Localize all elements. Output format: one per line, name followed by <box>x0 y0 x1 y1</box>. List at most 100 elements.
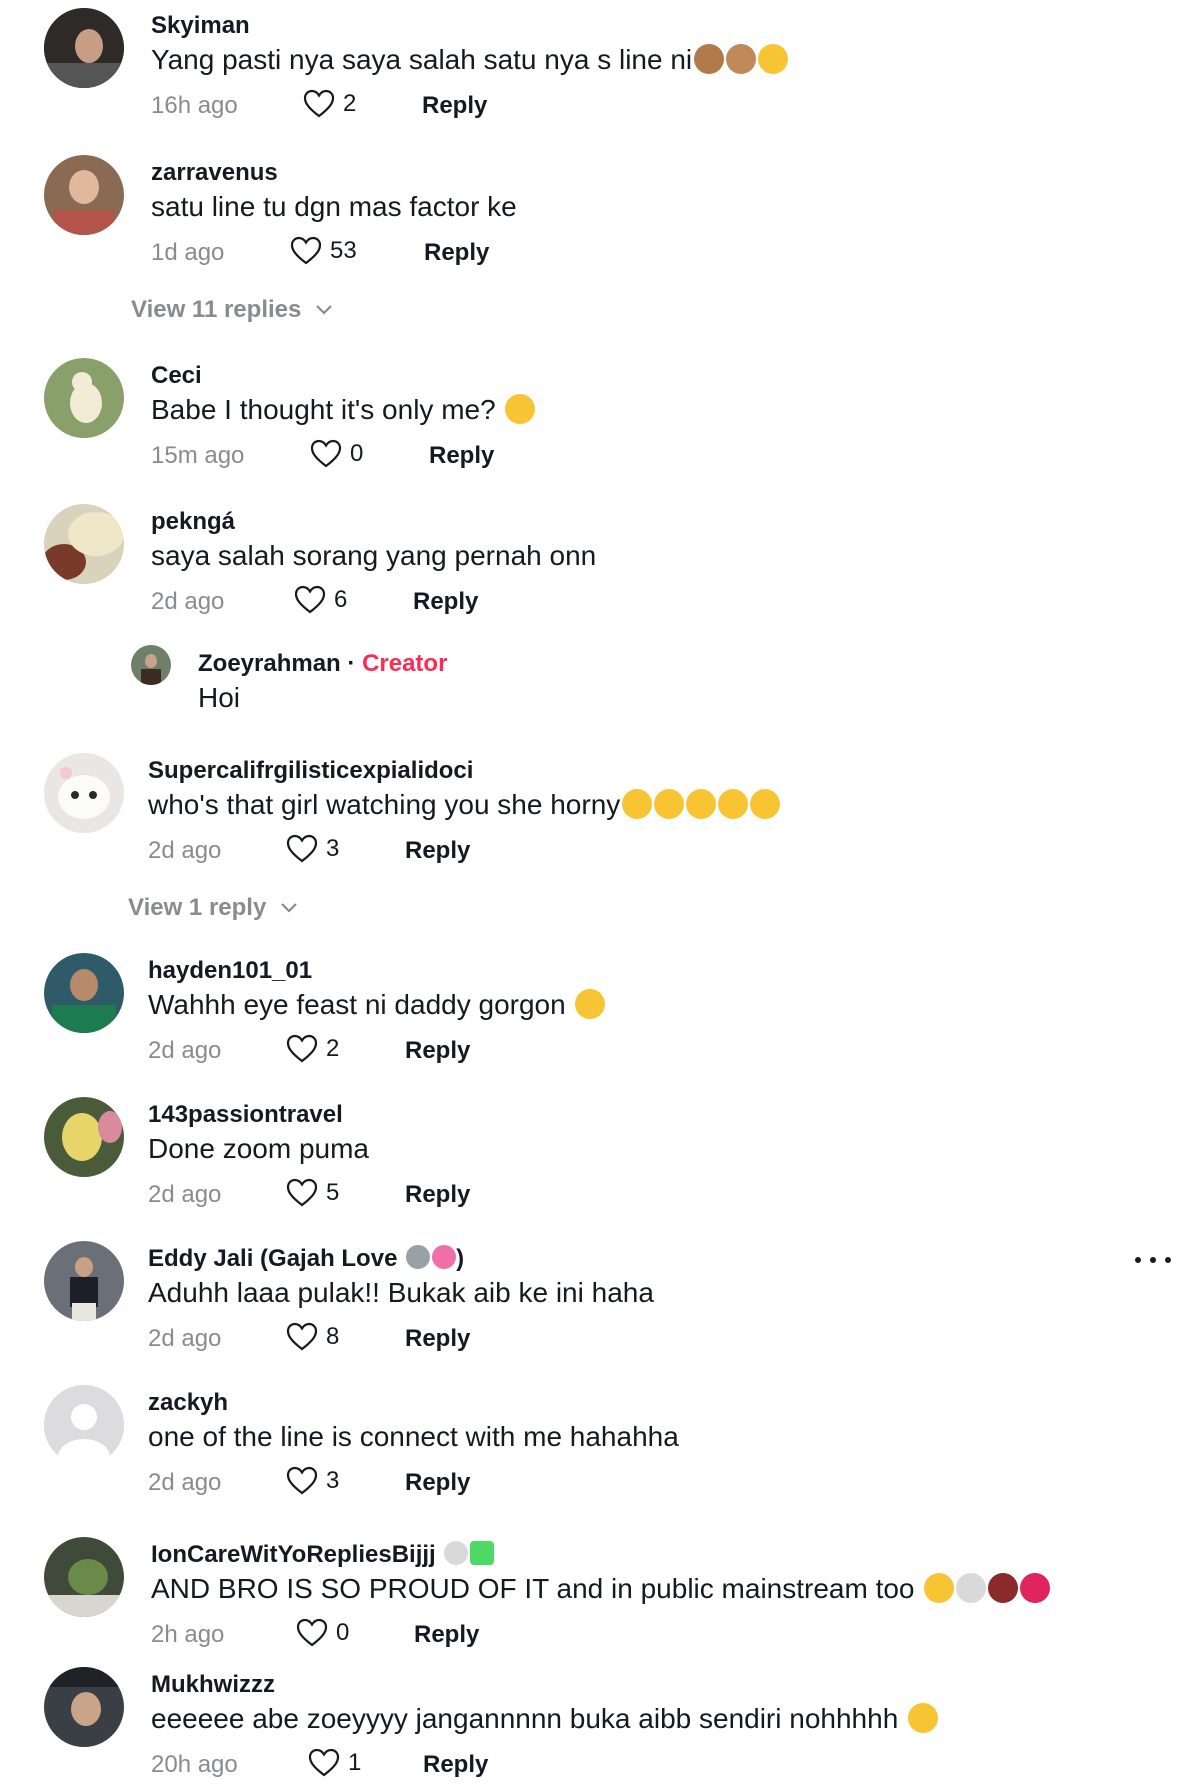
comment-text: Yang pasti nya saya salah satu nya s lin… <box>151 44 789 76</box>
skull-icon <box>956 1573 987 1603</box>
avatar[interactable] <box>44 953 124 1033</box>
like-count: 8 <box>326 1323 340 1350</box>
username[interactable]: Skyiman <box>151 12 250 40</box>
heart-icon <box>310 439 342 468</box>
comment-text: satu line tu dgn mas factor ke <box>151 191 517 222</box>
creator-reply-text: Hoi <box>198 682 241 713</box>
username[interactable]: Supercalifrgilisticexpialidoci <box>148 757 473 785</box>
reply-button[interactable]: Reply <box>422 92 487 120</box>
username[interactable]: IonCareWitYoRepliesBijjj <box>151 1541 495 1569</box>
timestamp: 16h ago <box>151 92 238 119</box>
rofl-icon <box>654 789 685 819</box>
like-button[interactable]: 3 <box>286 1466 339 1496</box>
more-options-icon[interactable] <box>1135 1250 1175 1270</box>
username[interactable]: pekngá <box>151 508 235 536</box>
skull-icon <box>444 1541 469 1565</box>
water-pistol-icon <box>470 1541 495 1565</box>
broken-heart-icon <box>1020 1573 1051 1603</box>
creator-username[interactable]: Zoeyrahman <box>198 650 341 677</box>
username[interactable]: Eddy Jali (Gajah Love ) <box>148 1245 464 1273</box>
joy-icon <box>750 789 781 819</box>
rofl-icon <box>718 789 749 819</box>
username[interactable]: zarravenus <box>151 159 278 187</box>
like-button[interactable]: 53 <box>290 236 357 266</box>
avatar[interactable] <box>44 504 124 584</box>
view-replies-label: View 11 replies <box>131 296 302 323</box>
heart-icon <box>296 1618 328 1647</box>
comment-text: Aduhh laaa pulak!! Bukak aib ke ini haha <box>148 1277 654 1308</box>
reply-button[interactable]: Reply <box>405 837 470 865</box>
heart-icon <box>286 1466 318 1495</box>
reply-button[interactable]: Reply <box>405 1181 470 1209</box>
heart-icon <box>286 1178 318 1207</box>
heart-icon <box>308 1748 340 1777</box>
reply-button[interactable]: Reply <box>413 588 478 616</box>
reply-button[interactable]: Reply <box>405 1325 470 1353</box>
like-button[interactable]: 2 <box>303 89 356 119</box>
timestamp: 2d ago <box>148 1469 222 1496</box>
username[interactable]: hayden101_01 <box>148 957 312 985</box>
avatar[interactable] <box>44 155 124 235</box>
like-button[interactable]: 0 <box>310 439 363 469</box>
see-no-evil-monkey-icon <box>694 44 725 74</box>
avatar[interactable] <box>44 1385 124 1465</box>
timestamp: 1d ago <box>151 239 225 266</box>
like-count: 6 <box>334 586 348 613</box>
like-button[interactable]: 0 <box>296 1618 349 1648</box>
pensive-face-icon <box>505 394 536 424</box>
username[interactable]: 143passiontravel <box>148 1101 343 1129</box>
timestamp: 2d ago <box>148 1181 222 1208</box>
creator-reply-username: Zoeyrahman · Creator <box>198 650 447 678</box>
reply-button[interactable]: Reply <box>405 1469 470 1497</box>
avatar[interactable] <box>44 1097 124 1177</box>
reply-button[interactable]: Reply <box>423 1751 488 1779</box>
like-count: 1 <box>348 1749 362 1776</box>
reply-button[interactable]: Reply <box>405 1037 470 1065</box>
like-count: 2 <box>343 90 357 117</box>
comment-text: Done zoom puma <box>148 1133 370 1164</box>
creator-avatar[interactable] <box>131 645 171 685</box>
like-count: 3 <box>326 835 340 862</box>
view-replies-button[interactable]: View 1 reply <box>128 894 298 922</box>
joy-icon <box>622 789 653 819</box>
comment-text: saya salah sorang yang pernah onn <box>151 540 597 571</box>
username[interactable]: Mukhwizzz <box>151 1671 275 1699</box>
comment-text: eeeeee abe zoeyyyy jangannnnn buka aibb … <box>151 1703 939 1735</box>
reply-button[interactable]: Reply <box>414 1621 479 1649</box>
username[interactable]: zackyh <box>148 1389 228 1417</box>
timestamp: 2h ago <box>151 1621 225 1648</box>
like-count: 2 <box>326 1035 340 1062</box>
like-button[interactable]: 5 <box>286 1178 339 1208</box>
avatar[interactable] <box>44 1537 124 1617</box>
timestamp: 2d ago <box>148 1037 222 1064</box>
comment-text: one of the line is connect with me hahah… <box>148 1421 679 1452</box>
avatar[interactable] <box>44 8 124 88</box>
avatar[interactable] <box>44 753 124 833</box>
avatar[interactable] <box>44 1667 124 1747</box>
joy-icon <box>686 789 717 819</box>
like-button[interactable]: 2 <box>286 1034 339 1064</box>
username[interactable]: Ceci <box>151 362 202 390</box>
comment-text: Babe I thought it's only me? <box>151 394 536 426</box>
reply-button[interactable]: Reply <box>424 239 489 267</box>
timestamp: 2d ago <box>148 837 222 864</box>
avatar[interactable] <box>44 1241 124 1321</box>
comment-text: Wahhh eye feast ni daddy gorgon <box>148 989 606 1021</box>
like-button[interactable]: 6 <box>294 585 347 615</box>
like-count: 3 <box>326 1467 340 1494</box>
heart-icon <box>290 236 322 265</box>
timestamp: 2d ago <box>151 588 225 615</box>
like-button[interactable]: 3 <box>286 834 339 864</box>
separator: · <box>347 650 356 677</box>
view-replies-label: View 1 reply <box>128 894 267 921</box>
heart-icon <box>303 89 335 118</box>
like-button[interactable]: 1 <box>308 1748 361 1778</box>
smiley-icon <box>924 1573 955 1603</box>
heart-icon <box>286 1034 318 1063</box>
like-button[interactable]: 8 <box>286 1322 339 1352</box>
elephant-icon <box>406 1245 431 1269</box>
view-replies-button[interactable]: View 11 replies <box>131 296 333 324</box>
loudly-crying-icon <box>908 1703 939 1733</box>
avatar[interactable] <box>44 358 124 438</box>
reply-button[interactable]: Reply <box>429 442 494 470</box>
